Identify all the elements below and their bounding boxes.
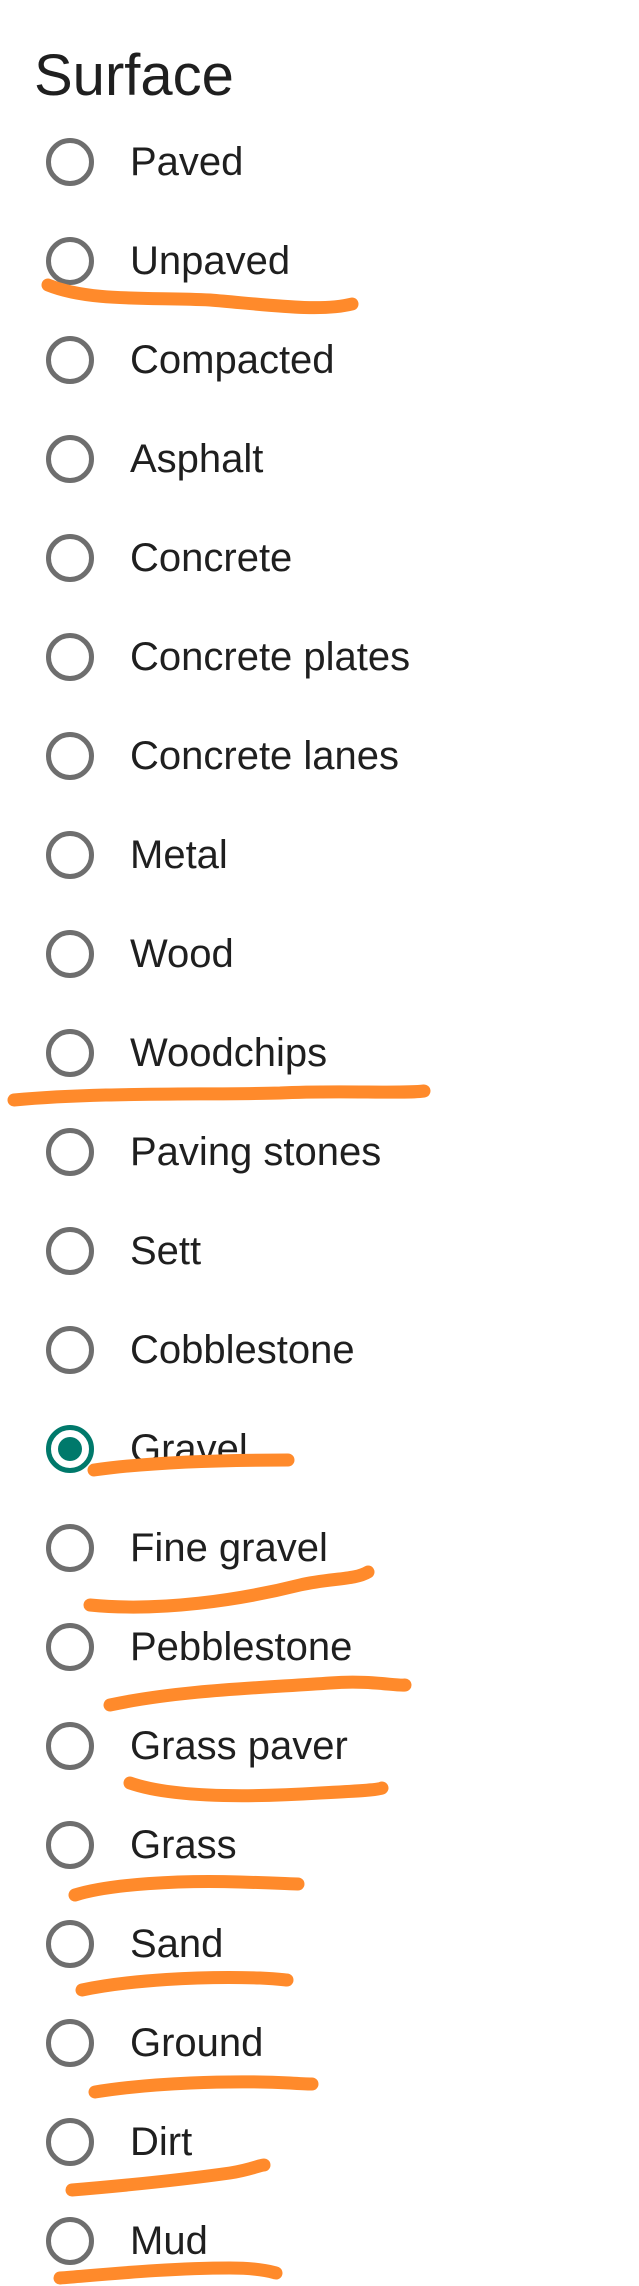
radio-label: Metal	[130, 833, 228, 877]
radio-option-paving-stones[interactable]: Paving stones	[46, 1116, 606, 1188]
radio-button[interactable]	[46, 1326, 94, 1374]
radio-button[interactable]	[46, 930, 94, 978]
radio-label: Gravel	[130, 1427, 248, 1471]
radio-option-grass-paver[interactable]: Grass paver	[46, 1710, 606, 1782]
radio-option-fine-gravel[interactable]: Fine gravel	[46, 1512, 606, 1584]
radio-button[interactable]	[46, 1029, 94, 1077]
radio-label: Wood	[130, 932, 234, 976]
radio-label: Paving stones	[130, 1130, 382, 1174]
radio-option-wood[interactable]: Wood	[46, 918, 606, 990]
radio-label: Concrete lanes	[130, 734, 400, 778]
radio-label: Cobblestone	[130, 1328, 355, 1372]
radio-option-sand[interactable]: Sand	[46, 1908, 606, 1980]
radio-button[interactable]	[46, 1623, 94, 1671]
radio-button[interactable]	[46, 1821, 94, 1869]
radio-button[interactable]	[46, 1920, 94, 1968]
radio-option-woodchips[interactable]: Woodchips	[46, 1017, 606, 1089]
radio-label: Ground	[130, 2021, 264, 2065]
radio-button[interactable]	[46, 633, 94, 681]
radio-option-dirt[interactable]: Dirt	[46, 2106, 606, 2178]
radio-button[interactable]	[46, 435, 94, 483]
radio-label: Concrete	[130, 536, 293, 580]
radio-option-cobblestone[interactable]: Cobblestone	[46, 1314, 606, 1386]
radio-button[interactable]	[46, 138, 94, 186]
radio-button[interactable]	[46, 336, 94, 384]
radio-label: Dirt	[130, 2120, 193, 2164]
radio-option-paved[interactable]: Paved	[46, 126, 606, 198]
radio-option-metal[interactable]: Metal	[46, 819, 606, 891]
radio-option-mud[interactable]: Mud	[46, 2205, 606, 2277]
radio-label: Sett	[130, 1229, 202, 1273]
radio-label: Sand	[130, 1922, 224, 1966]
radio-label: Concrete plates	[130, 635, 411, 679]
radio-button[interactable]	[46, 1524, 94, 1572]
radio-label: Mud	[130, 2219, 208, 2263]
radio-option-unpaved[interactable]: Unpaved	[46, 225, 606, 297]
radio-option-asphalt[interactable]: Asphalt	[46, 423, 606, 495]
radio-option-ground[interactable]: Ground	[46, 2007, 606, 2079]
radio-option-pebblestone[interactable]: Pebblestone	[46, 1611, 606, 1683]
radio-option-gravel[interactable]: Gravel	[46, 1413, 606, 1485]
radio-option-sett[interactable]: Sett	[46, 1215, 606, 1287]
radio-button[interactable]	[46, 2118, 94, 2166]
radio-option-concrete-lanes[interactable]: Concrete lanes	[46, 720, 606, 792]
radio-button[interactable]	[46, 1425, 94, 1473]
radio-button[interactable]	[46, 1722, 94, 1770]
surface-radio-group: Paved Unpaved Compacted Asphalt Concrete…	[0, 0, 639, 2286]
radio-label: Asphalt	[130, 437, 264, 481]
radio-label: Grass paver	[130, 1724, 348, 1768]
radio-label: Unpaved	[130, 239, 291, 283]
radio-option-concrete-plates[interactable]: Concrete plates	[46, 621, 606, 693]
radio-label: Woodchips	[130, 1031, 328, 1075]
radio-button[interactable]	[46, 2019, 94, 2067]
radio-label: Grass	[130, 1823, 237, 1867]
radio-button[interactable]	[46, 732, 94, 780]
radio-label: Fine gravel	[130, 1526, 328, 1570]
radio-button[interactable]	[46, 2217, 94, 2265]
radio-button[interactable]	[46, 237, 94, 285]
radio-option-compacted[interactable]: Compacted	[46, 324, 606, 396]
radio-label: Compacted	[130, 338, 335, 382]
radio-button[interactable]	[46, 831, 94, 879]
radio-button[interactable]	[46, 1128, 94, 1176]
radio-option-grass[interactable]: Grass	[46, 1809, 606, 1881]
radio-option-concrete[interactable]: Concrete	[46, 522, 606, 594]
radio-label: Paved	[130, 140, 244, 184]
radio-button[interactable]	[46, 534, 94, 582]
radio-label: Pebblestone	[130, 1625, 353, 1669]
radio-button[interactable]	[46, 1227, 94, 1275]
